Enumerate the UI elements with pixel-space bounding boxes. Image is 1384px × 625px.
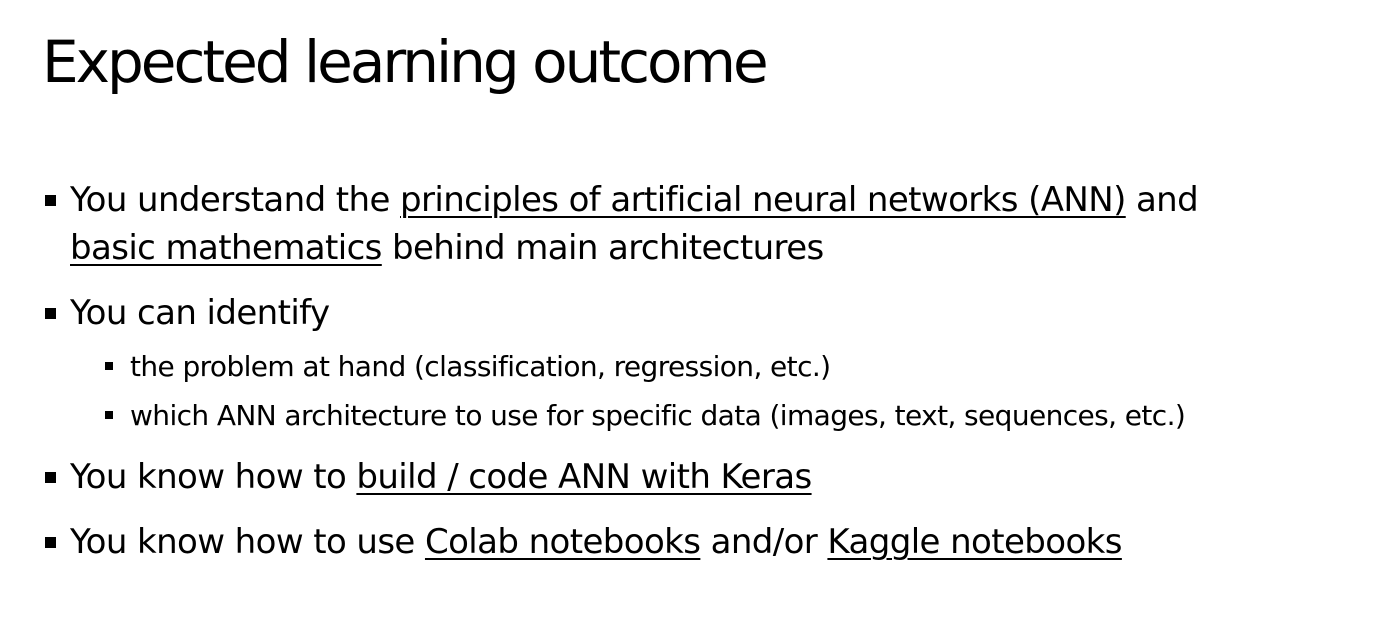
square-bullet-icon — [45, 537, 56, 548]
sub-bullet-text: the problem at hand (classification, reg… — [130, 350, 831, 383]
link-ann-principles[interactable]: principles of artificial neural networks… — [400, 180, 1126, 220]
link-kaggle-notebooks[interactable]: Kaggle notebooks — [827, 522, 1122, 562]
slide: Expected learning outcome You understand… — [0, 0, 1384, 625]
square-bullet-icon — [105, 411, 113, 419]
square-bullet-icon — [45, 308, 56, 319]
square-bullet-icon — [45, 195, 56, 206]
bullet-understand-line2: basic mathematics behind main architectu… — [70, 224, 1198, 272]
square-bullet-icon — [45, 472, 56, 483]
link-colab-notebooks[interactable]: Colab notebooks — [425, 522, 701, 562]
link-basic-mathematics[interactable]: basic mathematics — [70, 228, 382, 268]
bullet-understand: You understand the principles of artific… — [45, 176, 1199, 272]
bullet-text: and/or — [700, 522, 828, 562]
bullet-text: You can identify — [70, 293, 330, 333]
bullet-text: and — [1125, 180, 1199, 220]
sub-bullet-architecture: which ANN architecture to use for specif… — [105, 396, 1186, 436]
bullet-text: You know how to — [70, 457, 357, 497]
sub-bullet-text: which ANN architecture to use for specif… — [130, 399, 1186, 432]
slide-title: Expected learning outcome — [42, 28, 769, 96]
bullet-understand-line1: You understand the principles of artific… — [70, 176, 1199, 224]
bullet-build: You know how to build / code ANN with Ke… — [45, 453, 812, 501]
bullet-identify: You can identify — [45, 289, 330, 337]
bullet-text: You understand the — [70, 180, 401, 220]
square-bullet-icon — [105, 362, 113, 370]
link-build-keras[interactable]: build / code ANN with Keras — [356, 457, 812, 497]
bullet-notebooks: You know how to use Colab notebooks and/… — [45, 518, 1122, 566]
sub-bullet-problem: the problem at hand (classification, reg… — [105, 347, 831, 387]
bullet-text: You know how to use — [70, 522, 425, 562]
bullet-text: behind main architectures — [381, 228, 824, 268]
